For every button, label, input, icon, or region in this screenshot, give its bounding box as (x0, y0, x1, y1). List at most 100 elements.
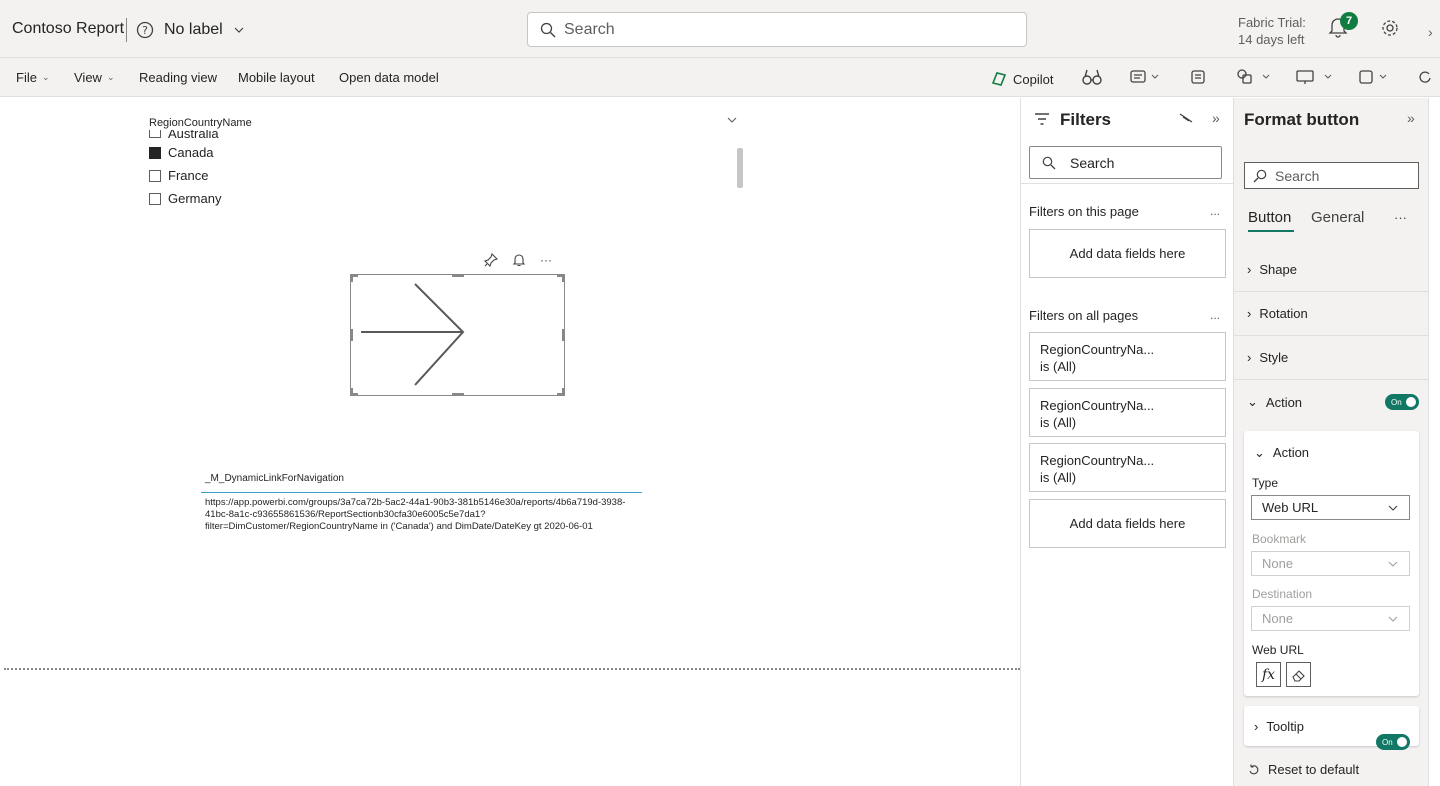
tooltip-toggle[interactable]: On (1376, 734, 1410, 750)
menu-reading-view[interactable]: Reading view (139, 70, 217, 85)
resize-handle[interactable] (350, 329, 353, 341)
window-icon[interactable] (1358, 68, 1398, 86)
clear-eraser-button[interactable] (1286, 662, 1311, 687)
bookmark-value: None (1262, 556, 1294, 571)
section-style[interactable]: › Style (1234, 336, 1428, 380)
toggle-label: On (1391, 397, 1402, 407)
resize-handle[interactable] (562, 388, 565, 396)
pin-icon[interactable] (484, 253, 498, 267)
slicer-item-label: France (168, 168, 209, 183)
slicer-item-france[interactable]: France (149, 168, 208, 183)
reset-label: Reset to default (1268, 762, 1360, 777)
data-pane-strip[interactable] (1428, 98, 1440, 786)
notes-icon[interactable] (1190, 68, 1206, 86)
menu-file[interactable]: File ⌄ (16, 70, 50, 85)
weburl-label: Web URL (1252, 643, 1304, 657)
chevron-down-icon (1387, 502, 1399, 514)
alert-bell-icon[interactable] (512, 253, 526, 267)
resize-handle[interactable] (452, 393, 464, 396)
section-label: Shape (1259, 262, 1297, 277)
chevron-down-icon[interactable] (726, 114, 738, 126)
add-data-fields-all-pages-drop[interactable]: Add data fields here (1029, 499, 1226, 548)
slicer-item-germany[interactable]: Germany (149, 191, 221, 206)
filters-search-input[interactable]: Search (1029, 146, 1222, 179)
bookmark-label: Bookmark (1252, 532, 1307, 546)
add-data-fields-page-drop[interactable]: Add data fields here (1029, 229, 1226, 278)
resize-handle[interactable] (452, 274, 464, 277)
resize-handle[interactable] (350, 274, 353, 282)
filter-card[interactable]: RegionCountryNa... is (All) (1029, 388, 1226, 437)
chevron-down-icon: ⌄ (106, 72, 115, 82)
search-icon (1042, 156, 1056, 170)
overflow-chevron-icon[interactable]: › (1428, 24, 1433, 40)
undo-icon (1248, 764, 1260, 776)
menu-view[interactable]: View ⌄ (74, 70, 115, 85)
slicer-item-label: Germany (168, 191, 222, 206)
visual-header-tools: ··· (484, 253, 552, 267)
more-options-icon[interactable]: ··· (540, 253, 552, 267)
refresh-icon[interactable] (1418, 68, 1432, 86)
checkbox[interactable] (149, 169, 161, 182)
format-search-input[interactable]: Search (1244, 162, 1419, 189)
chevron-down-icon: ⌄ (1254, 445, 1265, 460)
right-arrow-icon (361, 283, 465, 386)
slicer-item-canada[interactable]: Canada (149, 145, 214, 160)
type-dropdown[interactable]: Web URL (1251, 495, 1410, 520)
report-title[interactable]: Contoso Report (12, 20, 124, 38)
more-options-icon[interactable]: ··· (1394, 210, 1407, 225)
section-label: Style (1259, 350, 1289, 365)
copilot-button[interactable]: Copilot (990, 70, 1053, 88)
tab-button[interactable]: Button (1248, 209, 1291, 226)
destination-value: None (1262, 611, 1294, 626)
more-options-icon[interactable]: ... (1210, 204, 1220, 218)
menu-open-data-model[interactable]: Open data model (339, 70, 439, 85)
filter-card[interactable]: RegionCountryNa... is (All) (1029, 332, 1226, 381)
filters-on-all-pages-heading: Filters on all pages (1029, 308, 1139, 323)
section-label: Tooltip (1266, 718, 1304, 734)
menu-file-label: File (16, 70, 37, 85)
chevron-down-icon (1387, 558, 1399, 570)
section-shape[interactable]: › Shape (1234, 248, 1428, 292)
share-icon[interactable] (1236, 68, 1272, 86)
tab-general[interactable]: General (1311, 209, 1364, 226)
checkbox-checked[interactable] (149, 146, 161, 159)
action-toggle[interactable]: On (1385, 394, 1419, 410)
svg-text:?: ? (142, 24, 148, 37)
menu-view-label: View (74, 70, 102, 85)
bookmark-dropdown: None (1251, 551, 1410, 576)
destination-dropdown: None (1251, 606, 1410, 631)
chevron-down-icon: ⌄ (41, 72, 50, 82)
reset-to-default-button[interactable]: Reset to default (1248, 762, 1359, 777)
menu-mobile-layout[interactable]: Mobile layout (238, 70, 315, 85)
slicer-item-label: Canada (168, 145, 214, 160)
section-rotation[interactable]: › Rotation (1234, 292, 1428, 336)
sensitivity-label-button[interactable]: ? No label (136, 18, 245, 42)
resize-handle[interactable] (350, 388, 353, 396)
slicer-scrollbar[interactable] (737, 148, 743, 188)
toggle-knob (1406, 397, 1416, 407)
collapse-filters-icon[interactable]: » (1212, 110, 1220, 126)
action-card-header[interactable]: ⌄ Action (1254, 445, 1309, 461)
settings-gear-icon[interactable] (1380, 18, 1400, 38)
checkbox[interactable] (149, 130, 161, 138)
link-card-value[interactable]: https://app.powerbi.com/groups/3a7ca72b-… (205, 497, 645, 533)
checkbox[interactable] (149, 192, 161, 205)
global-search-input[interactable]: Search (527, 12, 1027, 47)
more-options-icon[interactable]: ... (1210, 308, 1220, 322)
filter-card[interactable]: RegionCountryNa... is (All) (1029, 443, 1226, 492)
collapse-format-icon[interactable]: » (1407, 110, 1415, 126)
resize-handle[interactable] (562, 329, 565, 341)
active-tab-indicator (1248, 230, 1294, 232)
conditional-formatting-fx-button[interactable]: fx (1256, 662, 1281, 687)
trial-status[interactable]: Fabric Trial: 14 days left (1238, 14, 1306, 48)
slicer-item-australia[interactable]: Australia (149, 130, 219, 138)
chevron-down-icon (233, 24, 245, 36)
chevron-right-icon: › (1247, 262, 1252, 277)
resize-handle[interactable] (562, 274, 565, 282)
arrow-button-visual[interactable] (350, 274, 565, 396)
binoculars-icon[interactable] (1082, 68, 1102, 86)
comment-icon[interactable] (1130, 68, 1160, 86)
filter-card-name: RegionCountryNa... (1040, 453, 1155, 468)
hide-filters-icon[interactable] (1178, 111, 1194, 125)
present-icon[interactable] (1296, 68, 1336, 86)
